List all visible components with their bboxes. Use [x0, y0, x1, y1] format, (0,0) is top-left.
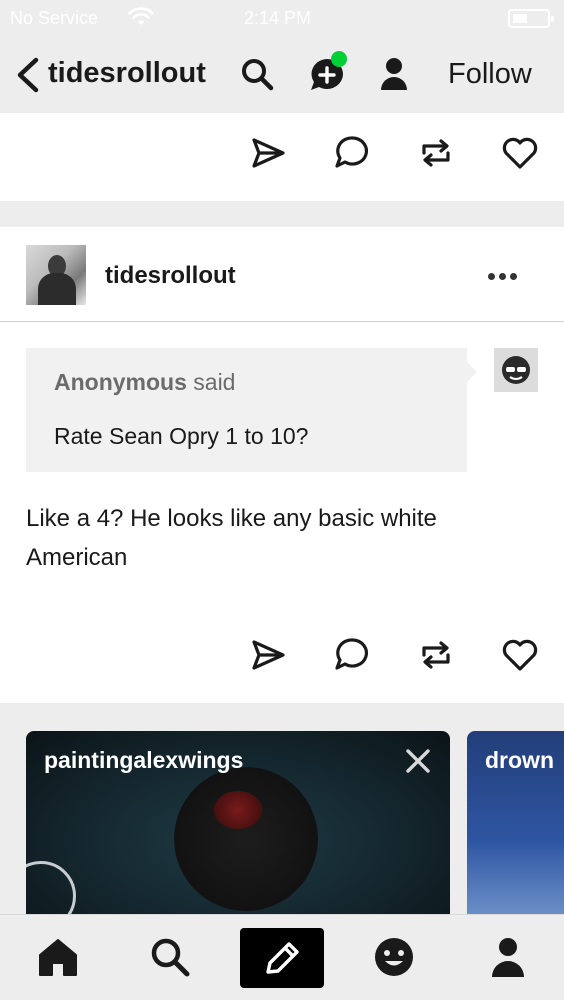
tab-bar — [0, 914, 564, 1000]
reblog-icon[interactable] — [416, 635, 456, 675]
heart-icon[interactable] — [500, 635, 540, 675]
recommended-blog-card[interactable]: paintingalexwings — [26, 731, 450, 914]
search-icon[interactable] — [148, 935, 192, 979]
person-icon[interactable] — [378, 56, 410, 92]
chevron-left-icon[interactable] — [14, 56, 40, 94]
blog-header: tidesrollout Follow — [0, 40, 564, 110]
carrier-label: No Service — [10, 8, 99, 28]
smiley-icon[interactable] — [372, 935, 416, 979]
person-icon[interactable] — [486, 935, 530, 979]
recommended-blog-card[interactable]: drown — [467, 731, 564, 914]
close-icon[interactable] — [404, 747, 432, 775]
top-bar: No Service 2:14 PM tidesrollout Follow — [0, 0, 564, 113]
post-card-previous — [0, 113, 564, 201]
blog-title[interactable]: tidesrollout — [48, 57, 206, 90]
post-actions — [248, 133, 540, 173]
notification-dot — [331, 51, 347, 67]
ellipsis-icon[interactable] — [488, 267, 524, 280]
ask-attribution: Anonymous said — [54, 369, 235, 396]
home-icon[interactable] — [36, 935, 80, 979]
comment-icon[interactable] — [332, 635, 372, 675]
chat-plus-icon[interactable] — [308, 51, 347, 95]
avatar[interactable] — [26, 245, 86, 305]
divider — [0, 321, 564, 322]
post-answer: Like a 4? He looks like any basic white … — [26, 505, 437, 571]
search-icon[interactable] — [240, 57, 274, 91]
post-actions — [248, 635, 540, 675]
heart-icon[interactable] — [500, 133, 540, 173]
comment-icon[interactable] — [332, 133, 372, 173]
ask-question: Rate Sean Opry 1 to 10? — [54, 423, 309, 449]
said-label: said — [193, 369, 236, 395]
ask-bubble: Anonymous said Rate Sean Opry 1 to 10? — [26, 348, 477, 472]
send-icon[interactable] — [248, 635, 288, 675]
reblog-icon[interactable] — [416, 133, 456, 173]
status-time: 2:14 PM — [244, 8, 312, 28]
post-author[interactable]: tidesrollout — [105, 262, 236, 290]
status-bar: No Service 2:14 PM — [0, 0, 564, 36]
send-icon[interactable] — [248, 133, 288, 173]
pencil-icon[interactable] — [240, 928, 324, 988]
battery-icon — [508, 9, 554, 28]
wifi-icon — [128, 7, 154, 32]
recommended-blog-name[interactable]: drown — [485, 747, 554, 774]
post-card: tidesrollout Anonymous said Rate Sean Op… — [0, 227, 564, 703]
anonymous-avatar-icon — [494, 348, 538, 392]
asker-name: Anonymous — [54, 369, 187, 395]
recommended-blog-name[interactable]: paintingalexwings — [44, 747, 243, 774]
follow-button[interactable]: Follow — [448, 58, 532, 91]
